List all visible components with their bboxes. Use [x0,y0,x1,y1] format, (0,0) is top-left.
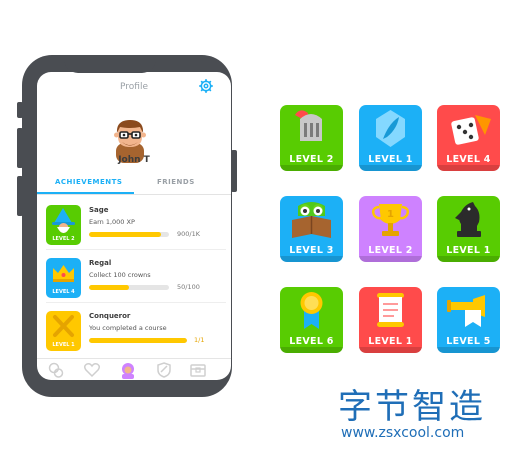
shield-icon[interactable] [155,361,173,379]
progress-bar [89,338,187,343]
wizard-icon [52,208,75,233]
badge-level: LEVEL 2 [368,245,413,256]
volume-down-button [17,176,23,216]
profile-avatar-icon[interactable] [119,361,137,379]
user-name: John T [118,155,150,165]
badge-shade [437,165,500,171]
achievement-description: Collect 100 crowns [89,271,151,279]
badge-level: LEVEL 2 [289,154,334,165]
badge-shade [437,256,500,262]
volume-up-button [17,128,23,168]
badge-shade [359,347,422,353]
badge-scroll: LEVEL 1 [359,287,422,353]
badge-shade [359,165,422,171]
active-tab-indicator [37,192,134,194]
trumpet-icon [447,295,485,327]
achievement-sage[interactable]: LEVEL 2 Sage Earn 1,000 XP 900/1K [46,205,226,251]
watermark-url: www.zsxcool.com [341,425,465,441]
badge-shade [280,347,343,353]
badge-owl-book: LEVEL 3 [280,196,343,262]
achievement-conqueror[interactable]: LEVEL 1 Conqueror You completed a course… [46,311,226,357]
trophy-icon: 1 [371,204,410,236]
badge-level: LEVEL 6 [289,336,334,347]
achievement-badge: LEVEL 4 [46,258,81,298]
feather-gem-icon [376,110,405,147]
bottom-nav [37,358,231,380]
progress-fill [89,338,187,343]
achievement-title: Regal [89,259,112,267]
achievement-badge: LEVEL 1 [46,311,81,351]
phone-notch [64,55,156,73]
achievement-level: LEVEL 2 [52,236,75,242]
badge-level: LEVEL 1 [368,336,413,347]
badge-level: LEVEL 1 [368,154,413,165]
progress-fill [89,232,161,237]
achievement-badge: LEVEL 2 [46,205,81,245]
app-screen: Profile John T ACHIEVEMENTS FRIENDS LEVE… [37,72,231,380]
knight-helmet-icon [295,110,322,141]
heart-icon[interactable] [83,361,101,379]
badge-trumpet: LEVEL 5 [437,287,500,353]
badge-trophy: 1 LEVEL 2 [359,196,422,262]
chess-knight-icon [455,202,481,237]
profile-tabs: ACHIEVEMENTS FRIENDS [37,178,231,195]
bubbles-icon[interactable] [47,361,65,379]
divider [46,302,226,303]
badge-level: LEVEL 5 [446,336,491,347]
badge-feather-gem: LEVEL 1 [359,105,422,171]
badge-dice: LEVEL 4 [437,105,500,171]
progress-text: 900/1K [177,230,200,238]
badge-medal: LEVEL 6 [280,287,343,353]
medal-icon [300,292,323,329]
badge-shade [280,165,343,171]
achievement-title: Conqueror [89,312,131,320]
swords-icon [53,315,74,337]
gear-icon[interactable] [199,79,213,93]
badge-level: LEVEL 1 [446,245,491,256]
progress-bar [89,232,169,237]
crown-icon [53,265,74,282]
badge-shade [437,347,500,353]
progress-text: 50/100 [177,283,200,291]
achievement-description: You completed a course [89,324,167,332]
owl-book-icon [292,202,331,238]
achievement-description: Earn 1,000 XP [89,218,135,226]
badge-knight-helmet: LEVEL 2 [280,105,343,171]
watermark: 字节智造 www.zsxcool.com [338,388,508,440]
achievement-title: Sage [89,206,109,214]
progress-bar [89,285,169,290]
progress-fill [89,285,129,290]
mute-switch [17,102,23,118]
scroll-icon [377,293,404,327]
svg-text:1: 1 [387,209,394,220]
watermark-chinese: 字节智造 [338,387,486,427]
tab-achievements[interactable]: ACHIEVEMENTS [55,178,122,186]
badge-level: LEVEL 4 [446,154,491,165]
progress-text: 1/1 [194,336,205,344]
dice-icon [451,115,491,145]
badge-chess-knight: LEVEL 1 [437,196,500,262]
achievement-regal[interactable]: LEVEL 4 Regal Collect 100 crowns 50/100 [46,258,226,304]
shop-chest-icon[interactable] [189,361,207,379]
badge-shade [359,256,422,262]
achievement-level: LEVEL 1 [52,342,75,348]
divider [46,249,226,250]
tab-friends[interactable]: FRIENDS [157,178,195,186]
badge-shade [280,256,343,262]
power-button [231,150,237,192]
badge-level: LEVEL 3 [289,245,334,256]
achievement-level: LEVEL 4 [52,289,75,295]
